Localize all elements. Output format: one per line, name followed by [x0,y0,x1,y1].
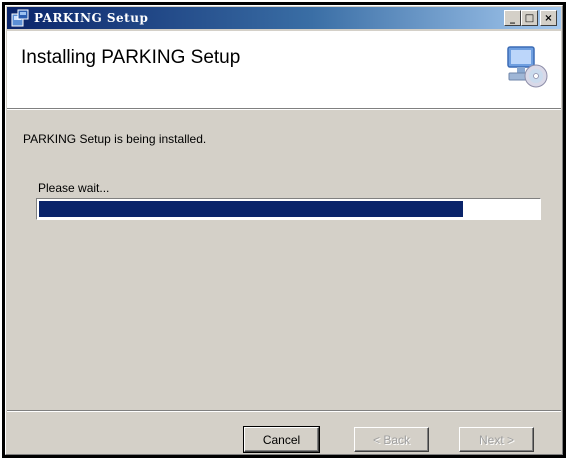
maximize-icon: □ [524,12,535,24]
back-button[interactable]: < Back [354,427,429,452]
header-banner: Installing PARKING Setup [7,31,561,110]
page-title: Installing PARKING Setup [21,47,241,68]
close-icon: × [544,12,553,24]
install-status-text: PARKING Setup is being installed. [23,132,207,146]
close-button[interactable]: × [540,10,557,26]
setup-window: PARKING Setup _ □ × Installing PARKING S… [2,2,566,458]
title-bar[interactable]: PARKING Setup _ □ × [7,7,561,29]
button-divider [7,410,561,412]
install-progress-bar [36,198,541,220]
progress-fill [39,201,464,217]
installer-app-icon [10,8,30,28]
please-wait-label: Please wait... [38,181,110,195]
minimize-icon: _ [510,12,515,24]
cancel-button[interactable]: Cancel [243,426,320,453]
minimize-button[interactable]: _ [504,10,521,26]
maximize-button[interactable]: □ [521,10,538,26]
next-button[interactable]: Next > [459,427,534,452]
title-bar-controls: _ □ × [504,10,557,26]
window-title: PARKING Setup [34,11,149,25]
computer-cd-icon [505,45,549,89]
